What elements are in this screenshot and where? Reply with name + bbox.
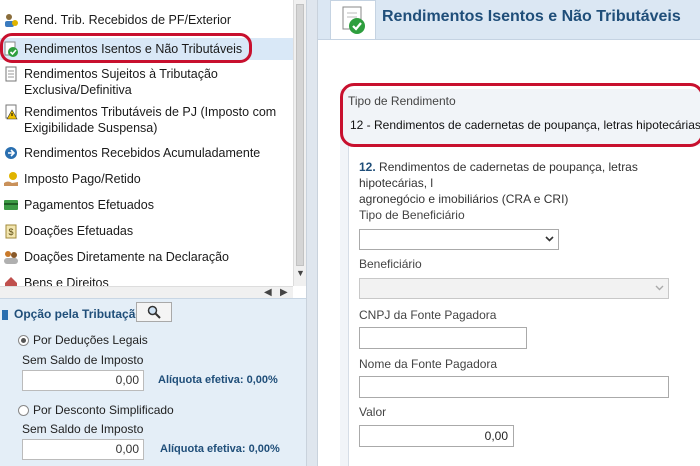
beneficiario-select[interactable] [359, 278, 669, 299]
scroll-down-arrow-icon[interactable]: ▼ [296, 268, 305, 278]
tipo-description: 12. Rendimentos de cadernetas de poupanç… [359, 159, 700, 207]
document-icon [5, 66, 17, 82]
tipo-beneficiario-select[interactable] [359, 229, 559, 250]
page-header: Rendimentos Isentos e Não Tributáveis [318, 0, 700, 40]
green-card-icon [4, 200, 18, 210]
hand-coin-icon [4, 172, 18, 186]
form-area: 12. Rendimentos de cadernetas de poupanç… [348, 146, 700, 466]
sidebar-horizontal-scrollbar[interactable]: ◀ ▶ [0, 286, 293, 298]
sidebar-vertical-scrollbar[interactable]: ▼ [293, 0, 306, 286]
tipo-rendimento-label: Tipo de Rendimento [348, 94, 456, 108]
cnpj-input[interactable] [359, 327, 527, 349]
sidebar-item-label: Rendimentos Recebidos Acumuladamente [24, 146, 261, 160]
tipo-rendimento-select[interactable]: 12 - Rendimentos de cadernetas de poupan… [350, 118, 700, 132]
description-line1: Rendimentos de cadernetas de poupança, l… [359, 160, 638, 190]
tax-option-title: Opção pela Tributação: [14, 307, 147, 321]
deducoes-label: Por Deduções Legais [33, 333, 148, 347]
sidebar-item-label: Rendimentos Sujeitos à Tributação [24, 67, 218, 81]
sidebar-nav: Rend. Trib. Recebidos de PF/Exterior Ren… [0, 0, 293, 286]
saldo-label-1: Sem Saldo de Imposto [22, 353, 144, 367]
magnifier-icon [147, 305, 161, 319]
person-money-icon [5, 14, 18, 27]
chevron-down-icon [545, 236, 554, 242]
house-icon [5, 277, 17, 286]
search-button[interactable] [136, 302, 172, 322]
chevron-down-icon [655, 285, 664, 291]
sidebar-item-label: Rendimentos Tributáveis de PJ (Imposto c… [24, 105, 277, 119]
beneficiario-label: Beneficiário [359, 257, 422, 271]
sidebar-item-doacoes-declaracao[interactable]: Doações Diretamente na Declaração [0, 249, 293, 265]
title-marker [2, 310, 8, 320]
sidebar-item-sujeitos-tributacao[interactable]: Rendimentos Sujeitos à Tributação Exclus… [0, 66, 293, 98]
green-check-document-icon [342, 6, 365, 34]
svg-text:$: $ [8, 227, 13, 237]
sidebar-item-recebidos-acumuladamente[interactable]: Rendimentos Recebidos Acumuladamente [0, 145, 293, 161]
sidebar-item-tributaveis-pj-suspensa[interactable]: Rendimentos Tributáveis de PJ (Imposto c… [0, 104, 293, 136]
sidebar-item-doacoes-efetuadas[interactable]: $ Doações Efetuadas [0, 223, 293, 239]
blue-arrow-icon [5, 147, 17, 159]
saldo-value-1: 0,00 [22, 370, 144, 391]
valor-input[interactable]: 0,00 [359, 425, 514, 447]
nome-fonte-label: Nome da Fonte Pagadora [359, 357, 498, 371]
sidebar-item-pagamentos-efetuados[interactable]: Pagamentos Efetuados [0, 197, 293, 213]
simplificado-label: Por Desconto Simplificado [33, 403, 174, 417]
cnpj-label: CNPJ da Fonte Pagadora [359, 308, 497, 322]
warning-document-icon [5, 104, 18, 120]
sidebar-item-label: Imposto Pago/Retido [24, 172, 141, 186]
sidebar-item-label: Rendimentos Isentos e Não Tributáveis [24, 42, 243, 56]
description-number: 12. [359, 160, 376, 174]
people-icon [4, 251, 18, 264]
sidebar-item-label-line2: Exclusiva/Definitiva [24, 83, 132, 97]
nome-fonte-input[interactable] [359, 376, 669, 398]
sidebar-item-label: Doações Efetuadas [24, 224, 134, 238]
page-title: Rendimentos Isentos e Não Tributáveis [382, 8, 681, 25]
panel-splitter[interactable] [306, 0, 318, 466]
radio-desconto-simplificado[interactable] [18, 405, 29, 416]
sidebar-item-label: Pagamentos Efetuados [24, 198, 154, 212]
sidebar-item-rend-trib-pf-exterior[interactable]: Rend. Trib. Recebidos de PF/Exterior [0, 12, 293, 28]
green-check-document-icon [4, 41, 18, 57]
aliquota-efetiva-1: Alíquota efetiva: 0,00% [158, 374, 278, 386]
description-line2: agronegócio e imobiliários (CRA e CRI) [359, 192, 569, 206]
sidebar-item-bens-direitos[interactable]: Bens e Direitos [0, 275, 293, 286]
aliquota-efetiva-2: Alíquota efetiva: 0,00% [160, 443, 280, 455]
header-icon [330, 0, 376, 40]
main-content: Tipo de Rendimento 12 - Rendimentos de c… [318, 41, 700, 466]
sidebar-item-imposto-pago[interactable]: Imposto Pago/Retido [0, 171, 293, 187]
radio-deducoes-legais[interactable] [18, 335, 29, 346]
scrollbar-thumb[interactable] [296, 4, 304, 266]
saldo-value-2: 0,00 [22, 439, 144, 460]
tipo-beneficiario-label: Tipo de Beneficiário [359, 208, 465, 222]
sidebar-item-label-line2: Exigibilidade Suspensa) [24, 121, 158, 135]
valor-label: Valor [359, 405, 387, 419]
sidebar-item-label: Rend. Trib. Recebidos de PF/Exterior [24, 13, 232, 27]
money-bag-icon: $ [5, 224, 17, 239]
sidebar-item-rendimentos-isentos[interactable]: Rendimentos Isentos e Não Tributáveis [0, 38, 293, 60]
sidebar-item-label: Doações Diretamente na Declaração [24, 250, 229, 264]
saldo-label-2: Sem Saldo de Imposto [22, 422, 144, 436]
sidebar-item-label: Bens e Direitos [24, 276, 109, 286]
tax-option-panel: Opção pela Tributação: Por Deduções Lega… [0, 298, 306, 466]
